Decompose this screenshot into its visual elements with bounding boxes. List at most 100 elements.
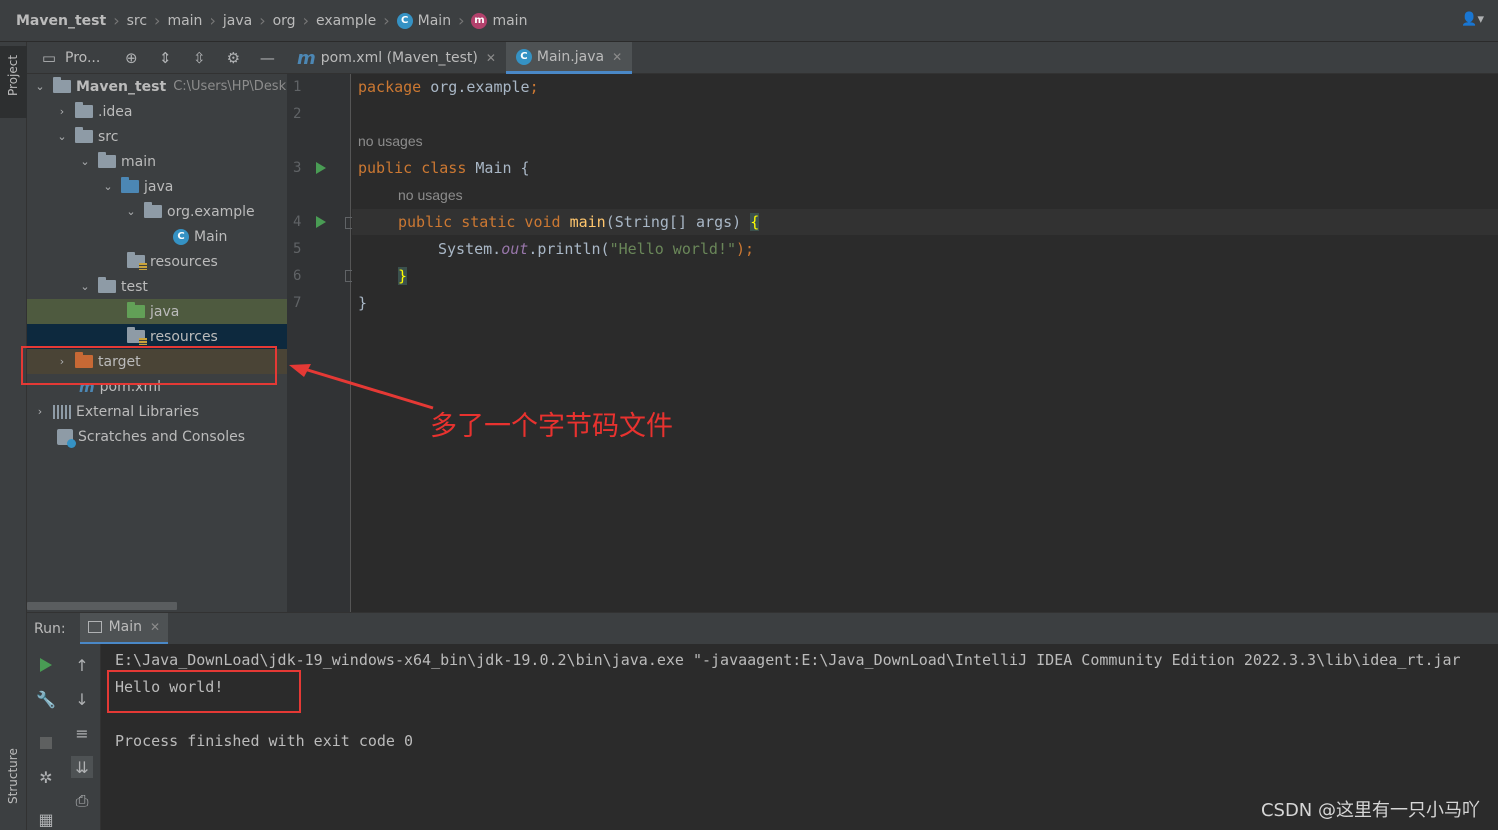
project-tool-tab[interactable]: Project — [0, 46, 27, 118]
breadcrumb-item-src[interactable]: src — [127, 13, 147, 29]
project-view-selector[interactable]: Pro... — [65, 50, 100, 66]
source-folder-icon — [121, 177, 139, 193]
tree-item-java[interactable]: ⌄ java — [27, 174, 287, 199]
watermark: CSDN @这里有一只小马吖 — [1260, 800, 1480, 821]
user-menu-icon[interactable]: 👤▾ — [1461, 12, 1484, 27]
annotation-arrow-icon — [289, 364, 434, 410]
tab-main-java[interactable]: C Main.java ✕ — [505, 42, 633, 74]
chevron-right-icon: › — [209, 11, 216, 30]
tree-test-label: test — [121, 278, 148, 295]
horizontal-scrollbar[interactable] — [27, 602, 177, 610]
library-icon — [53, 404, 71, 419]
run-gutter-icon[interactable] — [316, 162, 326, 174]
code-line-1: package org.example; — [358, 78, 539, 96]
code-token: System. — [438, 240, 502, 258]
locate-icon[interactable]: ⊕ — [121, 48, 141, 68]
run-gutter-icon[interactable] — [316, 216, 326, 228]
print-icon[interactable]: ⎙ — [71, 790, 93, 812]
line-number: 1 — [293, 79, 302, 95]
chevron-down-icon[interactable]: ⌄ — [33, 80, 47, 93]
folder-icon — [75, 102, 93, 118]
project-panel: ▭ Pro... ⊕ ⇕ ⇳ ⚙ — ⌄ Maven_test C:\Users… — [27, 42, 287, 612]
soft-wrap-icon[interactable]: ≡ — [71, 722, 93, 744]
hide-icon[interactable]: — — [257, 48, 277, 68]
tree-package-label: org.example — [167, 203, 255, 220]
close-icon[interactable]: ✕ — [486, 51, 496, 65]
breadcrumb-item-project[interactable]: Maven_test — [16, 13, 106, 29]
layout-icon[interactable]: ▦ — [35, 808, 57, 830]
gear-icon[interactable]: ⚙ — [223, 48, 243, 68]
tree-item-test[interactable]: ⌄ test — [27, 274, 287, 299]
tree-item-main[interactable]: ⌄ main — [27, 149, 287, 174]
tree-main-label: main — [121, 153, 156, 170]
breadcrumb-item-org[interactable]: org — [273, 13, 296, 29]
class-icon: C — [396, 12, 413, 29]
code-token: { — [750, 213, 760, 231]
tab-main-label: Main.java — [536, 48, 605, 65]
scroll-to-end-icon[interactable]: ⇊ — [71, 756, 93, 778]
run-tab-main[interactable]: Main ✕ — [79, 612, 169, 645]
expand-all-icon[interactable]: ⇕ — [155, 48, 175, 68]
breadcrumb-item-java[interactable]: java — [223, 13, 252, 29]
tree-item-resources[interactable]: resources — [27, 249, 287, 274]
annotation-box-output — [107, 670, 301, 713]
chevron-right-icon: › — [259, 11, 266, 30]
tree-item-test-java[interactable]: java — [27, 299, 287, 324]
tree-item-package[interactable]: ⌄ org.example — [27, 199, 287, 224]
tree-root-path: C:\Users\HP\Desk — [173, 79, 287, 94]
breadcrumb-item-class[interactable]: C Main — [396, 12, 452, 29]
close-icon[interactable]: ✕ — [150, 620, 160, 634]
rerun-icon[interactable] — [35, 654, 57, 676]
tree-item-scratches[interactable]: Scratches and Consoles — [27, 424, 287, 449]
chevron-down-icon[interactable]: ⌄ — [78, 155, 92, 168]
tree-item-external-libraries[interactable]: › External Libraries — [27, 399, 287, 424]
maven-icon: m — [297, 47, 316, 69]
tree-item-root[interactable]: ⌄ Maven_test C:\Users\HP\Desk — [27, 74, 287, 99]
code-token: ); — [736, 240, 755, 258]
editor-tab-bar: m pom.xml (Maven_test) ✕ C Main.java ✕ — [287, 42, 1498, 74]
breadcrumb-item-main[interactable]: main — [167, 13, 202, 29]
test-source-folder-icon — [127, 302, 145, 318]
chevron-down-icon[interactable]: ⌄ — [55, 130, 69, 143]
structure-tool-tab[interactable]: Structure — [0, 742, 27, 822]
close-icon[interactable]: ✕ — [612, 50, 622, 64]
chevron-down-icon[interactable]: ⌄ — [101, 180, 115, 193]
debug-icon[interactable]: ✲ — [35, 766, 57, 788]
usages-hint[interactable]: no usages — [358, 133, 423, 149]
code-line-7: } — [358, 294, 368, 312]
line-number: 4 — [293, 214, 302, 230]
folder-icon — [75, 127, 93, 143]
scratches-icon — [57, 428, 76, 448]
arrow-up-icon[interactable]: ↑ — [71, 654, 93, 676]
stop-icon[interactable] — [35, 732, 57, 754]
run-tab-label: Main — [108, 619, 142, 635]
tree-item-main-class[interactable]: C Main — [27, 224, 287, 249]
usages-hint[interactable]: no usages — [398, 187, 463, 203]
collapse-all-icon[interactable]: ⇳ — [189, 48, 209, 68]
chevron-down-icon[interactable]: ⌄ — [78, 280, 92, 293]
tree-item-src[interactable]: ⌄ src — [27, 124, 287, 149]
tree-item-idea[interactable]: › .idea — [27, 99, 287, 124]
breadcrumb-item-method[interactable]: m main — [471, 12, 527, 29]
chevron-right-icon[interactable]: › — [33, 405, 47, 418]
structure-tool-tab-label: Structure — [6, 748, 20, 804]
chevron-down-icon[interactable]: ⌄ — [124, 205, 138, 218]
breadcrumb-class-label: Main — [417, 12, 452, 29]
tree-src-label: src — [98, 128, 119, 145]
resources-folder-icon — [127, 252, 147, 270]
line-number: 6 — [293, 268, 302, 284]
code-token: .println( — [528, 240, 610, 258]
tab-pom-xml[interactable]: m pom.xml (Maven_test) ✕ — [287, 42, 506, 74]
tree-root-label: Maven_test — [76, 78, 167, 95]
arrow-down-icon[interactable]: ↓ — [71, 688, 93, 710]
wrench-icon[interactable]: 🔧 — [35, 688, 57, 710]
chevron-right-icon[interactable]: › — [55, 105, 69, 118]
code-editor[interactable]: package org.example; no usages public cl… — [352, 74, 1498, 612]
chevron-right-icon: › — [302, 11, 309, 30]
breadcrumb-item-example[interactable]: example — [316, 13, 376, 29]
code-token: main — [560, 213, 606, 231]
code-token: ; — [529, 78, 539, 96]
code-line-5: System.out.println("Hello world!"); — [438, 240, 754, 258]
project-view-icon: ▭ — [41, 48, 57, 67]
breadcrumb: Maven_test › src › main › java › org › e… — [0, 0, 1498, 42]
